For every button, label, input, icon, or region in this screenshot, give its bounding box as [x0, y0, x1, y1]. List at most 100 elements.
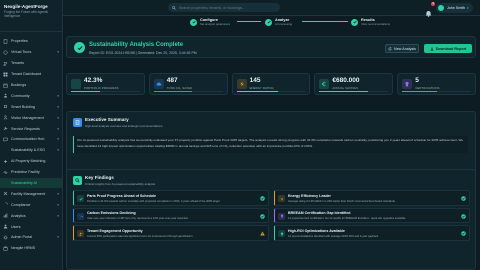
sidebar-item-ai-property-matching[interactable]: AI Property Matching	[0, 156, 62, 167]
metric-value: 487	[166, 77, 178, 84]
finding-card[interactable]: Carbon Emissions Declining Year-over-year…	[73, 207, 269, 223]
finding-card[interactable]: Energy Efficiency Leader Average rating o…	[274, 190, 470, 206]
metric-progress-fill	[236, 91, 278, 92]
sidebar-nav: Properties Virtual Tours ▾ Tenants Tenant Da…	[0, 32, 62, 254]
chevron-down-icon: ▾	[57, 202, 59, 207]
metric-label: PORTFOLIO PROGRESS	[84, 86, 119, 90]
metric-label: CERTIFICATIONS	[415, 86, 440, 90]
euro-icon	[319, 79, 330, 89]
new-analysis-label: New Analysis	[394, 46, 416, 51]
sidebar: Nexgile-AgentForge Forging the Future wi…	[0, 0, 63, 270]
sidebar-item-compliance[interactable]: Compliance ▾	[0, 199, 62, 210]
sidebar-item-sustainability-esg[interactable]: Sustainability & ESG ▾	[0, 145, 62, 156]
check-circle-icon	[461, 231, 466, 236]
top-bar: 5 John Smith ▾	[63, 0, 480, 17]
sidebar-item-label: Users	[11, 224, 21, 229]
metric-progress-fill	[71, 91, 101, 92]
sidebar-item-service-requests[interactable]: Service Requests ▾	[0, 123, 62, 134]
metric-value: 42.3%	[84, 77, 103, 84]
wrench-icon	[3, 126, 8, 131]
step-connector	[302, 21, 348, 22]
sidebar-item-label: Facility Management	[11, 191, 46, 196]
step-subtitle: View recommendations	[361, 21, 391, 26]
finding-card[interactable]: Paris Proof Progress Ahead of Schedule Po…	[73, 190, 269, 206]
metric-value: 145	[249, 77, 261, 84]
bolt-icon	[278, 195, 285, 202]
sidebar-item-label: Properties	[11, 39, 28, 44]
dashboard-icon	[3, 72, 8, 77]
finding-card[interactable]: High-ROI Optimizations Available 12 recom…	[274, 225, 470, 241]
sidebar-item-predictive-facility[interactable]: Predictive Facility	[0, 167, 62, 178]
summary-title: Executive Summary	[85, 117, 129, 122]
step-subtitle: Set analysis parameters	[200, 21, 231, 26]
sidebar-item-label: Tenant Dashboard	[11, 72, 42, 77]
chevron-down-icon: ▾	[57, 104, 59, 109]
sidebar-item-users[interactable]: Users	[0, 221, 62, 232]
award-icon	[402, 79, 413, 89]
main-content: Sustainability Analysis Complete Report …	[66, 36, 476, 270]
sidebar-item-tenants[interactable]: Tenants	[0, 58, 62, 69]
sidebar-item-properties[interactable]: Properties	[0, 36, 62, 47]
step-analyze[interactable]: Analyze AI processing	[265, 18, 292, 26]
sidebar-item-admin-portal[interactable]: Admin Portal ▾	[0, 232, 62, 243]
search-input[interactable]	[179, 5, 274, 10]
admin-icon	[3, 235, 8, 240]
chevron-down-icon: ▾	[57, 191, 59, 196]
step-results[interactable]: Results View recommendations	[351, 18, 390, 26]
sidebar-item-virtual-tours[interactable]: Virtual Tours ▾	[0, 47, 62, 58]
sidebar-item-label: Tenants	[11, 61, 24, 66]
results-header: Sustainability Analysis Complete Report …	[66, 36, 476, 58]
sparkle-icon	[3, 159, 8, 164]
finding-card[interactable]: Tenant Engagement Opportunity Current 68%…	[73, 225, 269, 241]
finding-title: BREEAM Certification Gap Identified	[288, 211, 351, 215]
metric-value: 5	[415, 77, 419, 84]
finding-card[interactable]: BREEAM Certification Gap Identified 14 pr…	[274, 207, 470, 223]
brand[interactable]: Nexgile-AgentForge Forging the Future wi…	[0, 0, 62, 32]
metric-card: 487 TONS CO₂ SAVED	[148, 73, 228, 95]
sidebar-item-community[interactable]: Community ▾	[0, 90, 62, 101]
user-menu[interactable]: John Smith ▾	[436, 2, 473, 13]
sidebar-item-communication-hub[interactable]: Communication Hub ▾	[0, 134, 62, 145]
check-circle-icon	[74, 42, 85, 53]
metric-value: €680.000	[332, 77, 360, 84]
sidebar-item-label: Sustainability AI	[11, 181, 38, 186]
sidebar-item-label: Compliance	[11, 202, 31, 207]
key-findings: Key Findings Critical insights from AI-p…	[66, 169, 476, 270]
finding-title: Carbon Emissions Declining	[87, 211, 136, 215]
sidebar-item-visitor-management[interactable]: Visitor Management ▾	[0, 112, 62, 123]
search-icon	[73, 176, 82, 185]
sidebar-item-label: Communication Hub	[11, 137, 45, 142]
notification-badge: 5	[431, 1, 435, 6]
search-box[interactable]	[168, 3, 280, 12]
check-icon	[190, 18, 197, 26]
finding-description: Year-over-year reduction of 487 tons CO₂…	[87, 217, 189, 220]
check-icon	[265, 18, 272, 26]
download-icon	[430, 46, 434, 51]
sidebar-item-nexgile-hrms[interactable]: Nexgile HRMS	[0, 243, 62, 254]
leaf-icon	[71, 79, 81, 89]
summary-text: Our AI-powered sustainability analysis h…	[73, 136, 468, 153]
chevron-down-icon: ▾	[57, 137, 59, 142]
step-configure[interactable]: Configure Set analysis parameters	[190, 18, 230, 26]
sidebar-item-bookings[interactable]: Bookings	[0, 80, 62, 91]
sidebar-item-tenant-dashboard[interactable]: Tenant Dashboard	[0, 69, 62, 80]
chevron-down-icon: ▾	[57, 93, 59, 98]
sidebar-item-label: Nexgile HRMS	[11, 246, 36, 251]
check-icon	[351, 18, 358, 26]
chevron-down-icon: ▾	[57, 115, 59, 120]
search-icon	[172, 5, 176, 10]
notification-button[interactable]: 5	[425, 1, 435, 17]
step-connector	[237, 21, 261, 22]
new-analysis-button[interactable]: New Analysis	[385, 44, 419, 53]
sidebar-item-sustainability-ai[interactable]: Sustainability AI	[0, 177, 62, 189]
document-icon	[73, 118, 82, 127]
sidebar-item-label: Service Requests	[11, 126, 40, 131]
finding-description: Average rating of 145 kWh/m² is 22% bett…	[288, 199, 396, 203]
sidebar-item-facility-management[interactable]: Facility Management ▾	[0, 188, 62, 199]
report-meta: Report ID: ESG-2024-HSD98 | Generated: D…	[89, 50, 197, 55]
chevron-down-icon: ▾	[57, 235, 59, 240]
sidebar-item-analytics[interactable]: Analytics ▾	[0, 210, 62, 221]
download-label: Download Report	[435, 46, 467, 51]
download-report-button[interactable]: Download Report	[424, 44, 472, 53]
sidebar-item-smart-building[interactable]: Smart Building ▾	[0, 101, 62, 112]
